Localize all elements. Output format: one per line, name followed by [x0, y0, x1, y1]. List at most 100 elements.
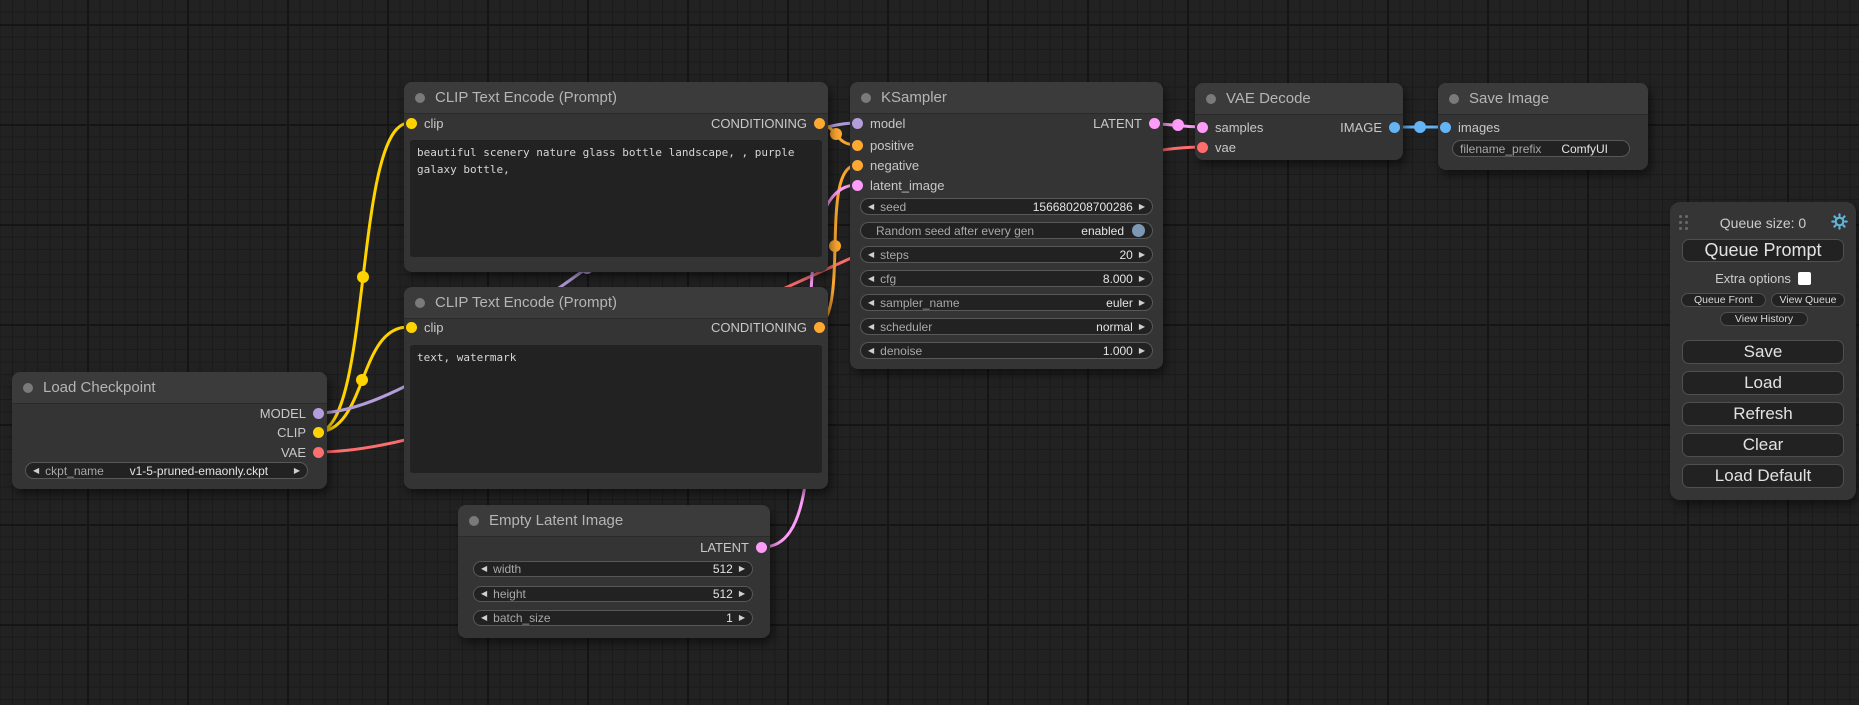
denoise-widget[interactable]: ◀ denoise 1.000 ▶: [860, 342, 1153, 359]
queue-front-button[interactable]: Queue Front: [1681, 293, 1766, 307]
decrement-arrow-icon[interactable]: ◀: [868, 203, 874, 211]
input-slot-model[interactable]: model: [852, 116, 905, 130]
increment-arrow-icon[interactable]: ▶: [294, 467, 300, 475]
decrement-arrow-icon[interactable]: ◀: [33, 467, 39, 475]
increment-arrow-icon[interactable]: ▶: [1139, 275, 1145, 283]
decrement-arrow-icon[interactable]: ◀: [481, 590, 487, 598]
node-save-image[interactable]: Save Image images filename_prefix ComfyU…: [1438, 83, 1648, 170]
decrement-arrow-icon[interactable]: ◀: [868, 299, 874, 307]
output-slot-model[interactable]: MODEL: [260, 406, 324, 420]
queue-prompt-button[interactable]: Queue Prompt: [1682, 239, 1844, 262]
input-slot-positive[interactable]: positive: [852, 138, 914, 152]
decrement-arrow-icon[interactable]: ◀: [868, 323, 874, 331]
input-slot-samples[interactable]: samples: [1197, 120, 1263, 134]
seed-widget[interactable]: ◀ seed 156680208700286 ▶: [860, 198, 1153, 215]
random-seed-toggle-widget[interactable]: Random seed after every gen enabled: [860, 222, 1153, 239]
collapse-dot-icon[interactable]: [861, 93, 871, 103]
width-widget[interactable]: ◀ width 512 ▶: [473, 561, 753, 577]
node-titlebar[interactable]: Save Image: [1438, 83, 1648, 115]
increment-arrow-icon[interactable]: ▶: [1139, 203, 1145, 211]
input-slot-clip[interactable]: clip: [406, 116, 444, 130]
input-slot-latent-image[interactable]: latent_image: [852, 178, 944, 192]
extra-options-checkbox[interactable]: [1798, 272, 1811, 285]
batch-size-widget[interactable]: ◀ batch_size 1 ▶: [473, 610, 753, 626]
latent-slot-dot[interactable]: [852, 180, 863, 191]
image-slot-dot[interactable]: [1440, 122, 1451, 133]
increment-arrow-icon[interactable]: ▶: [1139, 251, 1145, 259]
steps-widget[interactable]: ◀ steps 20 ▶: [860, 246, 1153, 263]
settings-gear-icon[interactable]: [1831, 213, 1848, 230]
view-history-button[interactable]: View History: [1720, 312, 1808, 326]
model-slot-dot[interactable]: [313, 408, 324, 419]
conditioning-slot-dot[interactable]: [814, 322, 825, 333]
positive-prompt-textarea[interactable]: beautiful scenery nature glass bottle la…: [410, 140, 822, 257]
decrement-arrow-icon[interactable]: ◀: [481, 614, 487, 622]
model-slot-dot[interactable]: [852, 118, 863, 129]
node-titlebar[interactable]: Empty Latent Image: [458, 505, 770, 537]
decrement-arrow-icon[interactable]: ◀: [868, 251, 874, 259]
node-titlebar[interactable]: VAE Decode: [1195, 83, 1403, 115]
increment-arrow-icon[interactable]: ▶: [739, 565, 745, 573]
increment-arrow-icon[interactable]: ▶: [1139, 347, 1145, 355]
load-button[interactable]: Load: [1682, 371, 1844, 395]
filename-prefix-widget[interactable]: filename_prefix ComfyUI: [1452, 140, 1630, 157]
output-slot-conditioning[interactable]: CONDITIONING: [711, 320, 825, 334]
view-queue-button[interactable]: View Queue: [1771, 293, 1845, 307]
node-titlebar[interactable]: KSampler: [850, 82, 1163, 114]
image-slot-dot[interactable]: [1389, 122, 1400, 133]
conditioning-slot-dot[interactable]: [852, 160, 863, 171]
decrement-arrow-icon[interactable]: ◀: [868, 275, 874, 283]
input-slot-vae[interactable]: vae: [1197, 140, 1236, 154]
input-slot-negative[interactable]: negative: [852, 158, 919, 172]
node-titlebar[interactable]: CLIP Text Encode (Prompt): [404, 82, 828, 114]
toggle-knob[interactable]: [1132, 224, 1145, 237]
latent-slot-dot[interactable]: [1149, 118, 1160, 129]
cfg-widget[interactable]: ◀ cfg 8.000 ▶: [860, 270, 1153, 287]
input-slot-images[interactable]: images: [1440, 120, 1500, 134]
scheduler-widget[interactable]: ◀ scheduler normal ▶: [860, 318, 1153, 335]
output-slot-conditioning[interactable]: CONDITIONING: [711, 116, 825, 130]
output-slot-vae[interactable]: VAE: [281, 445, 324, 459]
node-clip-text-encode-negative[interactable]: CLIP Text Encode (Prompt) clip CONDITION…: [404, 287, 828, 489]
ckpt-name-widget[interactable]: ◀ ckpt_name v1-5-pruned-emaonly.ckpt ▶: [25, 462, 308, 479]
increment-arrow-icon[interactable]: ▶: [739, 590, 745, 598]
collapse-dot-icon[interactable]: [415, 93, 425, 103]
increment-arrow-icon[interactable]: ▶: [739, 614, 745, 622]
clip-slot-dot[interactable]: [406, 322, 417, 333]
vae-slot-dot[interactable]: [1197, 142, 1208, 153]
collapse-dot-icon[interactable]: [23, 383, 33, 393]
collapse-dot-icon[interactable]: [1449, 94, 1459, 104]
increment-arrow-icon[interactable]: ▶: [1139, 299, 1145, 307]
save-button[interactable]: Save: [1682, 340, 1844, 364]
node-vae-decode[interactable]: VAE Decode samples vae IMAGE: [1195, 83, 1403, 160]
clear-button[interactable]: Clear: [1682, 433, 1844, 457]
clip-slot-dot[interactable]: [406, 118, 417, 129]
collapse-dot-icon[interactable]: [469, 516, 479, 526]
node-titlebar[interactable]: CLIP Text Encode (Prompt): [404, 287, 828, 319]
node-empty-latent-image[interactable]: Empty Latent Image LATENT ◀ width 512 ▶ …: [458, 505, 770, 638]
clip-slot-dot[interactable]: [313, 427, 324, 438]
input-slot-clip[interactable]: clip: [406, 320, 444, 334]
height-widget[interactable]: ◀ height 512 ▶: [473, 586, 753, 602]
node-graph-canvas[interactable]: Load Checkpoint MODEL CLIP VAE ◀ ckpt_na…: [0, 0, 1859, 705]
conditioning-slot-dot[interactable]: [852, 140, 863, 151]
node-titlebar[interactable]: Load Checkpoint: [12, 372, 327, 404]
node-clip-text-encode-positive[interactable]: CLIP Text Encode (Prompt) clip CONDITION…: [404, 82, 828, 272]
output-slot-clip[interactable]: CLIP: [277, 425, 324, 439]
output-slot-image[interactable]: IMAGE: [1340, 120, 1400, 134]
decrement-arrow-icon[interactable]: ◀: [868, 347, 874, 355]
latent-slot-dot[interactable]: [756, 542, 767, 553]
node-ksampler[interactable]: KSampler model positive negative latent_…: [850, 82, 1163, 369]
load-default-button[interactable]: Load Default: [1682, 464, 1844, 488]
collapse-dot-icon[interactable]: [1206, 94, 1216, 104]
increment-arrow-icon[interactable]: ▶: [1139, 323, 1145, 331]
node-load-checkpoint[interactable]: Load Checkpoint MODEL CLIP VAE ◀ ckpt_na…: [12, 372, 327, 489]
refresh-button[interactable]: Refresh: [1682, 402, 1844, 426]
output-slot-latent[interactable]: LATENT: [1093, 116, 1160, 130]
latent-slot-dot[interactable]: [1197, 122, 1208, 133]
sampler-name-widget[interactable]: ◀ sampler_name euler ▶: [860, 294, 1153, 311]
vae-slot-dot[interactable]: [313, 447, 324, 458]
conditioning-slot-dot[interactable]: [814, 118, 825, 129]
collapse-dot-icon[interactable]: [415, 298, 425, 308]
decrement-arrow-icon[interactable]: ◀: [481, 565, 487, 573]
